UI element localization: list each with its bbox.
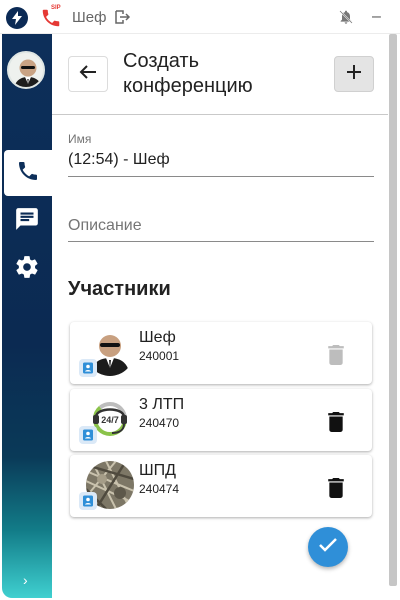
name-field-label: Имя [68,132,92,146]
sidebar-item-chat[interactable] [2,198,52,244]
delete-icon[interactable] [328,478,344,498]
plus-icon [346,64,362,85]
name-field[interactable]: (12:54) - Шеф [68,151,374,177]
minimize-button[interactable]: – [372,8,381,26]
header-divider [52,114,388,115]
participant-number: 240474 [139,482,180,496]
user-avatar[interactable] [7,51,45,89]
sidebar-expand-button[interactable]: › [23,572,28,588]
logout-icon[interactable] [115,10,131,29]
participant-card[interactable]: 24/7 3 ЛТП 240470 [70,389,372,451]
contact-card-icon [79,426,97,444]
participant-card[interactable]: Шеф 240001 [70,322,372,384]
sip-label: SIP [51,5,61,11]
chat-icon [14,206,40,237]
delete-icon [328,345,344,365]
participant-number: 240470 [139,416,180,430]
sidebar-item-phone[interactable] [4,150,52,196]
bell-icon[interactable] [338,9,354,30]
contact-card-icon [79,359,97,377]
sidebar-item-settings[interactable] [2,246,52,292]
phone-icon [16,159,40,188]
contact-card-icon [79,492,97,510]
gear-icon [14,254,40,285]
title-bar: SIP Шеф – [0,0,400,34]
current-user-name: Шеф [72,9,107,26]
arrow-left-icon [79,64,97,85]
confirm-button[interactable] [308,527,348,567]
main-panel: Создать конференцию Имя (12:54) - Шеф Оп… [52,34,388,598]
participant-card[interactable]: ШПД 240474 [70,455,372,517]
check-icon [318,537,338,558]
delete-icon[interactable] [328,412,344,432]
add-participant-button[interactable] [334,56,374,92]
page-title: Создать конференцию [123,50,253,97]
participant-name: ШПД [139,462,176,479]
svg-text:24/7: 24/7 [101,415,119,425]
description-field[interactable]: Описание [68,217,374,242]
participant-name: Шеф [139,329,176,346]
back-button[interactable] [68,56,108,92]
participants-title: Участники [68,278,171,300]
participant-name: 3 ЛТП [139,396,185,413]
participant-number: 240001 [139,349,180,363]
scrollbar[interactable] [389,34,397,586]
app-logo-icon [6,7,28,29]
sidebar: › [2,34,52,598]
